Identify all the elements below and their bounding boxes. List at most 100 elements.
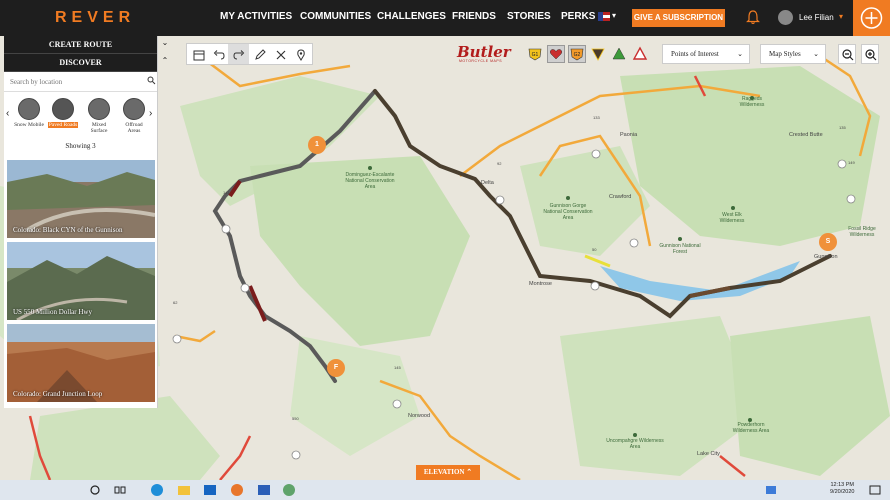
results-count: Showing 3	[65, 142, 96, 150]
nav-communities[interactable]: COMMUNITIES	[300, 11, 371, 22]
rever-logo[interactable]: REVER	[55, 9, 135, 27]
firefox-icon[interactable]	[230, 483, 244, 497]
highway-number: 141	[223, 190, 230, 195]
map-styles-dropdown[interactable]: Map Styles ⌄	[760, 44, 826, 64]
svg-text:G1: G1	[532, 52, 539, 58]
zoom-in-icon	[865, 49, 877, 61]
route-card[interactable]: Colorado: Grand Junction Loop	[7, 324, 155, 402]
surface-offroad[interactable]: Offroad Areas	[119, 98, 149, 134]
surface-mixed[interactable]: Mixed Surface	[84, 98, 114, 134]
triangle-red-badge-icon[interactable]	[632, 46, 648, 62]
chevron-down-icon[interactable]: ▾	[612, 11, 616, 20]
heart-badge-icon[interactable]	[547, 45, 565, 63]
user-name[interactable]: Lee Filian	[799, 13, 834, 22]
chevron-left-icon[interactable]: ‹	[6, 108, 9, 119]
highway-number: 133	[593, 115, 600, 120]
town-label: Lake City	[697, 451, 720, 457]
highway-number: 145	[394, 365, 401, 370]
location-search	[4, 72, 157, 92]
surface-snow-mobile[interactable]: Snow Mobile	[14, 98, 44, 128]
start-marker[interactable]: S	[819, 233, 837, 251]
close-icon[interactable]	[274, 48, 288, 62]
outlook-icon[interactable]	[203, 483, 217, 497]
town-label: Crawford	[609, 194, 632, 200]
tray-icons[interactable]	[764, 483, 778, 497]
chevron-right-icon[interactable]: ›	[149, 108, 152, 119]
surface-label: Paved Roads	[48, 122, 78, 128]
bell-icon[interactable]	[745, 9, 761, 25]
elevation-toggle[interactable]: ELEVATION ⌃	[416, 465, 480, 480]
g2-badge-icon[interactable]: G2	[568, 45, 586, 63]
area-label: Fossil Ridge Wilderness	[848, 226, 876, 238]
surface-paved-roads[interactable]: Paved Roads	[48, 98, 78, 128]
town-label: Gunnison	[814, 254, 838, 260]
discover-panel: CREATE ROUTE DISCOVER ‹ Snow Mobile Pave…	[4, 36, 158, 408]
add-button[interactable]	[853, 0, 890, 36]
triangle-green-badge-icon[interactable]	[611, 46, 627, 62]
chevron-down-icon[interactable]: ▾	[839, 12, 843, 21]
area-label: Uncompahgre Wilderness Area	[606, 438, 664, 450]
us-flag-icon[interactable]	[598, 12, 610, 21]
dropdown-label: Map Styles	[769, 50, 801, 58]
discover-tab[interactable]: DISCOVER	[4, 54, 157, 72]
dropdown-label: Points of Interest	[671, 50, 719, 58]
route-title: Colorado: Grand Junction Loop	[13, 390, 103, 398]
town-label: Norwood	[408, 413, 431, 419]
windows-search-box[interactable]	[5, 480, 75, 500]
create-route-tab[interactable]: CREATE ROUTE	[4, 36, 157, 54]
zoom-in-button[interactable]	[861, 44, 879, 64]
route-card[interactable]: Colorado: Black CYN of the Gunnison	[7, 160, 155, 238]
elevation-label: ELEVATION	[423, 468, 465, 476]
snowflake-icon	[18, 98, 40, 120]
chevron-up-icon: ⌃	[466, 468, 473, 476]
collapse-chevron-up-icon[interactable]: ⌃	[160, 56, 170, 70]
highway-number: 62	[173, 300, 178, 305]
notifications-icon[interactable]	[868, 483, 882, 497]
finish-marker[interactable]: F	[327, 359, 345, 377]
highway-number: 92	[497, 161, 502, 166]
surface-label: Offroad Areas	[125, 122, 143, 134]
chevron-down-icon: ⌄	[737, 50, 743, 58]
calendar-icon[interactable]	[192, 48, 206, 62]
system-clock[interactable]: 12:13 PM 9/20/2020	[830, 482, 854, 496]
zoom-out-icon	[842, 49, 854, 61]
give-subscription-button[interactable]: GIVE A SUBSCRIPTION	[632, 9, 725, 27]
zoom-out-button[interactable]	[838, 44, 856, 64]
nav-perks[interactable]: PERKS	[561, 11, 595, 22]
word-icon[interactable]	[257, 483, 271, 497]
search-circle-icon[interactable]	[88, 483, 102, 497]
edge-browser-icon[interactable]	[150, 483, 164, 497]
avatar[interactable]	[778, 10, 793, 25]
nav-friends[interactable]: FRIENDS	[452, 11, 496, 22]
undo-icon[interactable]	[212, 48, 226, 62]
surface-filter: ‹ Snow Mobile Paved Roads Mixed Surface …	[4, 92, 157, 142]
waypoint-marker[interactable]: 1	[308, 136, 326, 154]
collapse-chevron-down-icon[interactable]: ⌄	[160, 38, 170, 52]
surface-label: Mixed Surface	[90, 122, 108, 134]
nav-my-activities[interactable]: MY ACTIVITIES	[220, 11, 292, 22]
route-title: Colorado: Black CYN of the Gunnison	[13, 226, 123, 234]
file-explorer-icon[interactable]	[177, 483, 191, 497]
search-input[interactable]	[10, 75, 140, 89]
offroad-icon	[123, 98, 145, 120]
pencil-icon[interactable]	[253, 48, 267, 62]
task-view-icon[interactable]	[113, 483, 127, 497]
highway-number: 550	[292, 416, 299, 421]
area-label: Gunnison Gorge National Conservation Are…	[543, 203, 593, 221]
chevron-down-icon: ⌄	[813, 50, 819, 58]
town-label: Montrose	[529, 281, 552, 287]
points-of-interest-dropdown[interactable]: Points of Interest ⌄	[662, 44, 750, 64]
redo-icon[interactable]	[232, 48, 246, 62]
route-tools	[186, 43, 313, 65]
area-label: Dominguez-Escalante National Conservatio…	[345, 172, 395, 190]
map-pin-icon[interactable]	[294, 48, 308, 62]
area-label: West Elk Wilderness	[719, 212, 745, 224]
app-icon[interactable]	[282, 483, 296, 497]
shield-badge-icon[interactable]	[590, 46, 606, 62]
highway-number: 135	[839, 125, 846, 130]
search-icon[interactable]	[147, 76, 156, 85]
nav-challenges[interactable]: CHALLENGES	[377, 11, 446, 22]
route-card[interactable]: US 550 Million Dollar Hwy	[7, 242, 155, 320]
g1-badge-icon[interactable]: G1	[527, 46, 543, 62]
nav-stories[interactable]: STORIES	[507, 11, 551, 22]
